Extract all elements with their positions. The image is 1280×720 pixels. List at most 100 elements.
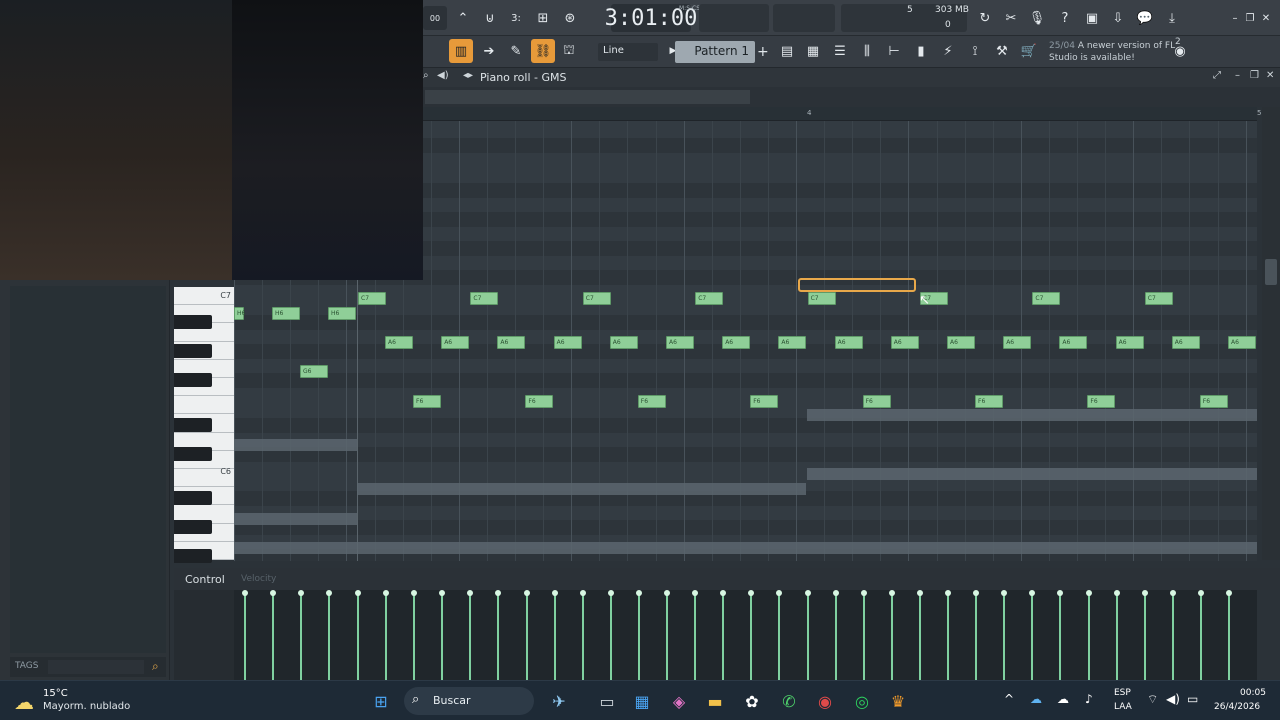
note-c7[interactable]: C7 xyxy=(470,292,499,305)
overview-minimap[interactable] xyxy=(425,90,750,104)
magnify-icon[interactable]: ⌕ xyxy=(423,70,429,81)
note-f6[interactable]: F6 xyxy=(862,395,891,408)
velocity-bar[interactable] xyxy=(439,590,446,680)
note-h6[interactable]: H6 xyxy=(272,307,300,320)
pattern-selector[interactable]: Pattern 1 xyxy=(675,41,755,63)
microphone-tray-icon[interactable]: ♪ xyxy=(1085,692,1093,706)
save-icon[interactable]: ▣ xyxy=(1080,6,1104,30)
note-a6[interactable]: A6 xyxy=(1003,336,1032,349)
note-a6[interactable]: A6 xyxy=(666,336,694,349)
velocity-bar[interactable] xyxy=(973,590,980,680)
arrows-icon[interactable]: ◂▸ xyxy=(463,70,473,81)
piano-keyboard[interactable]: C7 C6 xyxy=(174,287,234,563)
language-line-2[interactable]: LAA xyxy=(1114,702,1132,712)
news-panel[interactable]: 25/04 A newer version of FL Studio is av… xyxy=(1049,40,1179,64)
velocity-bar[interactable] xyxy=(607,590,614,680)
vertical-scrollbar[interactable] xyxy=(1262,107,1280,560)
note-a6[interactable]: A6 xyxy=(1115,336,1144,349)
onedrive-icon[interactable]: ☁ xyxy=(1030,692,1042,706)
widget-game-icon[interactable]: ✈ xyxy=(537,689,581,713)
note-a6[interactable]: A6 xyxy=(1228,336,1256,349)
clock-time[interactable]: 00:05 xyxy=(1240,688,1266,698)
detach-icon[interactable]: ⤢ xyxy=(1213,70,1221,81)
velocity-bar[interactable] xyxy=(467,590,474,680)
pr-minimize-icon[interactable]: – xyxy=(1235,70,1240,81)
note-c7[interactable]: C7 xyxy=(1032,292,1061,305)
file-explorer-icon[interactable]: ▬ xyxy=(703,689,727,713)
velocity-bar[interactable] xyxy=(551,590,558,680)
velocity-bar[interactable] xyxy=(298,590,304,680)
spotify-icon[interactable]: ◎ xyxy=(850,689,874,713)
stamp-icon[interactable]: ⛫ xyxy=(557,39,581,63)
render-icon[interactable]: ⇩ xyxy=(1106,6,1130,30)
velocity-bar[interactable] xyxy=(832,590,839,680)
project-icon[interactable]: ▮ xyxy=(909,39,933,63)
note-f6[interactable]: F6 xyxy=(750,395,779,408)
velocity-bar[interactable] xyxy=(1226,590,1232,680)
weather-temperature[interactable]: 15°C xyxy=(43,688,68,699)
note-a6[interactable]: A6 xyxy=(497,336,526,349)
velocity-bar[interactable] xyxy=(383,590,389,680)
note-a6[interactable]: A6 xyxy=(385,336,413,349)
download-icon[interactable]: ⤓ xyxy=(1160,6,1184,30)
whatsapp-icon[interactable]: ✆ xyxy=(777,689,801,713)
wifi-icon[interactable]: ⌔ xyxy=(1147,692,1158,707)
taskbar-search[interactable]: ⌕ Buscar xyxy=(404,687,534,715)
note-a6[interactable]: A6 xyxy=(890,336,919,349)
velocity-bar[interactable] xyxy=(242,590,248,680)
snap-select[interactable]: Line xyxy=(598,43,658,61)
pr-maximize-icon[interactable]: ❐ xyxy=(1250,70,1259,81)
battery-icon[interactable]: ▭ xyxy=(1187,692,1198,706)
chatgpt-icon[interactable]: ✿ xyxy=(740,689,764,713)
note-c7[interactable]: C7 xyxy=(582,292,611,305)
copilot-icon[interactable]: ◈ xyxy=(667,689,691,713)
velocity-bar[interactable] xyxy=(692,590,699,680)
recorder-icon[interactable]: ◉ xyxy=(813,689,837,713)
channel-rack-icon[interactable]: ☰ xyxy=(828,39,852,63)
note-h6[interactable]: H6 xyxy=(234,307,245,320)
velocity-bar[interactable] xyxy=(1197,590,1204,680)
microphone-icon[interactable]: 🎙 xyxy=(1025,6,1049,30)
note-a6[interactable]: A6 xyxy=(553,336,582,349)
note-c7[interactable]: C7 xyxy=(807,292,836,305)
scroll-thumb[interactable] xyxy=(1265,259,1277,285)
speaker-icon[interactable]: ◀) xyxy=(437,70,449,81)
black-key[interactable] xyxy=(174,491,212,505)
velocity-bar[interactable] xyxy=(579,590,586,680)
black-key[interactable] xyxy=(174,373,212,387)
velocity-bar[interactable] xyxy=(411,590,418,680)
note-a6[interactable]: A6 xyxy=(722,336,751,349)
undo-history-icon[interactable]: ↻ xyxy=(973,6,997,30)
note-f6[interactable]: F6 xyxy=(1199,395,1228,408)
touch-controller-icon[interactable]: ⟟ xyxy=(963,39,987,63)
note-c7[interactable]: C7 xyxy=(358,292,386,305)
velocity-bar[interactable] xyxy=(776,590,783,680)
note-c7[interactable]: C7 xyxy=(695,292,724,305)
velocity-bar[interactable] xyxy=(355,590,361,680)
tray-overflow-icon[interactable]: ^ xyxy=(1004,692,1014,706)
search-icon[interactable]: ⌕ xyxy=(152,659,159,674)
velocity-bar[interactable] xyxy=(804,590,811,680)
help-icon[interactable]: ? xyxy=(1053,6,1077,30)
store-icon[interactable]: ▦ xyxy=(630,689,654,713)
arrow-right-icon[interactable]: ➔ xyxy=(477,39,501,63)
black-key[interactable] xyxy=(174,520,212,534)
note-h6[interactable]: H6 xyxy=(328,307,356,320)
fl-studio-icon[interactable]: ♛ xyxy=(886,689,910,713)
chat-icon[interactable]: 💬 xyxy=(1133,6,1157,30)
velocity-bar[interactable] xyxy=(860,590,867,680)
black-key[interactable] xyxy=(174,315,212,329)
note-g6[interactable]: G6 xyxy=(300,365,328,378)
velocity-lane[interactable] xyxy=(234,590,1257,680)
velocity-bar[interactable] xyxy=(1141,590,1148,680)
velocity-bar[interactable] xyxy=(945,590,951,680)
velocity-bar[interactable] xyxy=(916,590,923,680)
pencil-icon[interactable]: ✎ xyxy=(504,39,528,63)
note-a6[interactable]: A6 xyxy=(1171,336,1200,349)
velocity-bar[interactable] xyxy=(1001,590,1008,680)
note-f6[interactable]: F6 xyxy=(413,395,441,408)
tools-icon[interactable]: ⚒ xyxy=(990,39,1014,63)
note-f6[interactable]: F6 xyxy=(975,395,1003,408)
browser-list[interactable] xyxy=(10,286,166,653)
velocity-bar[interactable] xyxy=(495,590,502,680)
